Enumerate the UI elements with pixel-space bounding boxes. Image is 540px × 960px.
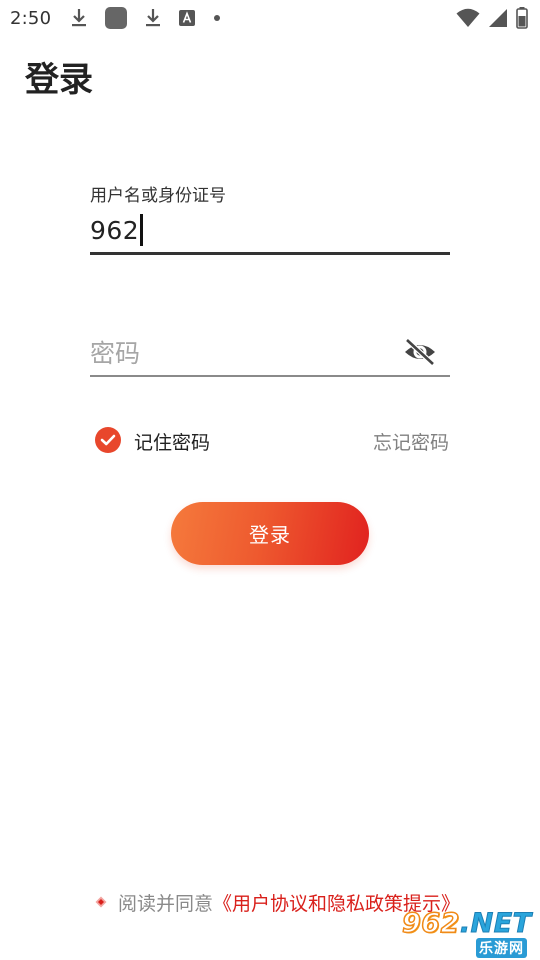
username-input[interactable]: 962 xyxy=(90,208,450,255)
login-screen: 2:50 登录 用户名或身份证号 962 密码 记住密码 忘记密码 登录 阅读并… xyxy=(0,0,540,960)
text-cursor xyxy=(140,214,143,246)
font-app-icon xyxy=(179,10,196,26)
cell-signal-icon xyxy=(488,8,508,28)
diamond-icon xyxy=(94,895,108,909)
username-label: 用户名或身份证号 xyxy=(90,186,226,206)
download-icon xyxy=(71,8,87,28)
remember-checkbox[interactable] xyxy=(95,427,121,453)
page-title: 登录 xyxy=(25,60,93,100)
login-button[interactable]: 登录 xyxy=(171,502,369,565)
watermark-subtitle: 乐游网 xyxy=(476,938,527,958)
watermark-main: 962.NET xyxy=(401,907,532,940)
agreement-prefix: 阅读并同意 xyxy=(118,892,214,915)
forgot-password-link[interactable]: 忘记密码 xyxy=(373,428,449,455)
eye-off-icon[interactable] xyxy=(402,336,438,368)
remember-label[interactable]: 记住密码 xyxy=(134,428,210,455)
download-icon xyxy=(145,8,161,28)
password-input[interactable]: 密码 xyxy=(90,328,450,377)
watermark-number: 962 xyxy=(401,907,460,940)
status-time: 2:50 xyxy=(10,7,52,29)
wifi-icon xyxy=(456,8,480,28)
watermark-domain: .NET xyxy=(459,908,532,940)
app-icon xyxy=(105,7,128,29)
status-bar: 2:50 xyxy=(0,0,540,36)
system-icons xyxy=(456,7,528,29)
dot-icon xyxy=(213,14,221,22)
username-value: 962 xyxy=(90,216,140,245)
check-icon xyxy=(100,434,116,446)
site-watermark-logo: 962.NET 乐游网 xyxy=(398,907,538,958)
battery-icon xyxy=(516,7,528,29)
notification-icons xyxy=(71,7,221,29)
password-placeholder: 密码 xyxy=(90,339,141,368)
